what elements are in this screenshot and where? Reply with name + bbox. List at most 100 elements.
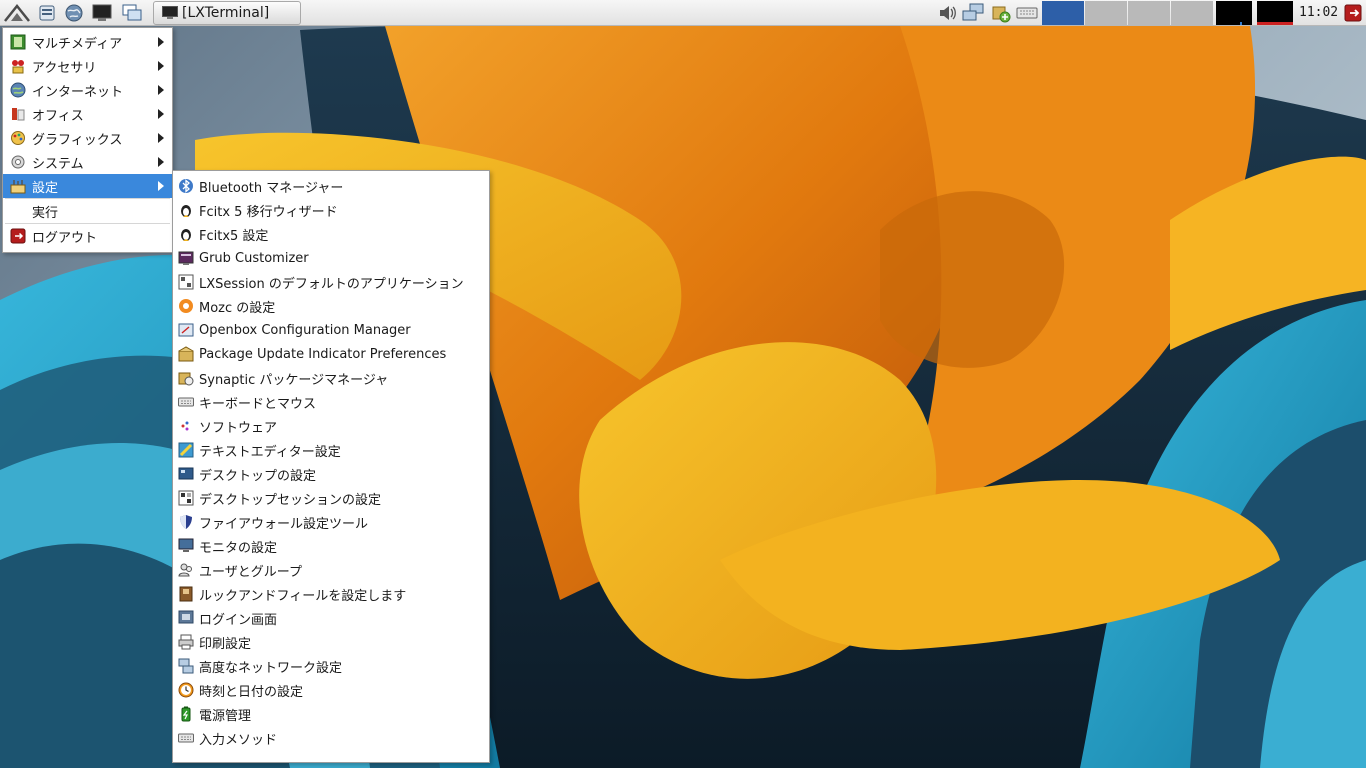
network-icon <box>178 658 194 674</box>
menu-item-label: 時刻と日付の設定 <box>199 684 304 700</box>
menu-item-settings_menu-items-5[interactable]: Mozc の設定 <box>173 294 489 318</box>
menu-item-settings_menu-items-1[interactable]: Fcitx 5 移行ウィザード <box>173 198 489 222</box>
submenu-arrow-icon <box>158 181 164 191</box>
network-button[interactable] <box>961 2 985 24</box>
menu-item-label: キーボードとマウス <box>199 396 317 412</box>
menu-item-settings_menu-items-9[interactable]: キーボードとマウス <box>173 390 489 414</box>
submenu-arrow-icon <box>158 37 164 47</box>
menu-item-run[interactable]: 実行 <box>3 199 172 223</box>
keyboard-icon <box>1016 7 1038 19</box>
menu-item-main_menu-items-0[interactable]: マルチメディア <box>3 30 172 54</box>
menu-item-logout[interactable]: ログアウト <box>3 224 172 248</box>
menu-item-label: 電源管理 <box>199 708 252 724</box>
text-editor-icon <box>178 442 194 458</box>
menu-item-settings_menu-items-20[interactable]: 高度なネットワーク設定 <box>173 654 489 678</box>
menu-item-main_menu-items-3[interactable]: オフィス <box>3 102 172 126</box>
printer-icon <box>178 634 194 650</box>
menu-item-settings_menu-items-21[interactable]: 時刻と日付の設定 <box>173 678 489 702</box>
menu-item-label: 高度なネットワーク設定 <box>199 660 343 676</box>
workspace-4[interactable] <box>1171 1 1213 25</box>
logout-icon <box>1344 4 1362 22</box>
workspace-3[interactable] <box>1128 1 1170 25</box>
update-indicator-button[interactable] <box>989 2 1013 24</box>
menu-item-label: デスクトップセッションの設定 <box>199 492 382 508</box>
update-icon <box>992 6 1011 23</box>
volume-icon <box>940 6 956 20</box>
menu-item-label: 印刷設定 <box>199 636 252 652</box>
submenu-arrow-icon <box>158 133 164 143</box>
menu-item-settings_menu-items-11[interactable]: テキストエディター設定 <box>173 438 489 462</box>
fcitx-penguin-icon <box>178 202 194 218</box>
web-browser-button[interactable] <box>62 2 86 24</box>
menu-item-settings_menu-items-16[interactable]: ユーザとグループ <box>173 558 489 582</box>
menu-item-label: 設定 <box>32 180 59 196</box>
menu-item-label: テキストエディター設定 <box>199 444 341 460</box>
menu-item-settings_menu-items-22[interactable]: 電源管理 <box>173 702 489 726</box>
workspace-1[interactable] <box>1042 1 1084 25</box>
menu-item-settings_menu-items-15[interactable]: モニタの設定 <box>173 534 489 558</box>
menu-item-settings_menu-items-8[interactable]: Synaptic パッケージマネージャ <box>173 366 489 390</box>
clock[interactable]: 11:02 <box>1299 0 1338 26</box>
keyboard-button[interactable] <box>1015 2 1039 24</box>
web-browser-icon <box>65 4 83 22</box>
menu-item-main_menu-items-2[interactable]: インターネット <box>3 78 172 102</box>
menu-item-main_menu-items-5[interactable]: システム <box>3 150 172 174</box>
menu-item-settings_menu-items-19[interactable]: 印刷設定 <box>173 630 489 654</box>
openbox-icon <box>178 322 194 338</box>
menu-item-settings_menu-items-17[interactable]: ルックアンドフィールを設定します <box>173 582 489 606</box>
internet-icon <box>10 82 26 98</box>
menu-item-label: オフィス <box>32 108 84 124</box>
file-manager-button[interactable] <box>36 2 58 24</box>
submenu-arrow-icon <box>158 157 164 167</box>
menu-item-main_menu-items-1[interactable]: アクセサリ <box>3 54 172 78</box>
menu-item-settings_menu-items-0[interactable]: Bluetooth マネージャー <box>173 174 489 198</box>
menu-item-main_menu-items-4[interactable]: グラフィックス <box>3 126 172 150</box>
main-menu: マルチメディア アクセサリ インターネット オフィス グラフィックス システム 設定 実行 … <box>2 27 173 253</box>
desktop-icon <box>178 466 194 482</box>
lxde-menu-button[interactable] <box>2 2 32 24</box>
menu-item-label: ファイアウォール設定ツール <box>199 516 369 532</box>
menu-item-label: Fcitx5 設定 <box>199 228 269 244</box>
menu-item-settings_menu-items-7[interactable]: Package Update Indicator Preferences <box>173 342 489 366</box>
menu-item-settings_menu-items-6[interactable]: Openbox Configuration Manager <box>173 318 489 342</box>
accessories-icon <box>10 58 26 74</box>
window-switch-button[interactable] <box>120 2 144 24</box>
workspace-2[interactable] <box>1085 1 1127 25</box>
settings-submenu: Bluetooth マネージャー Fcitx 5 移行ウィザード Fcitx5 設定… <box>172 170 490 763</box>
terminal-icon <box>162 6 178 19</box>
memory-monitor <box>1257 1 1293 25</box>
menu-item-settings_menu-items-14[interactable]: ファイアウォール設定ツール <box>173 510 489 534</box>
submenu-arrow-icon <box>158 109 164 119</box>
menu-item-settings_menu-items-13[interactable]: デスクトップセッションの設定 <box>173 486 489 510</box>
appearance-icon <box>178 586 194 602</box>
menu-item-settings_menu-items-3[interactable]: Grub Customizer <box>173 246 489 270</box>
menu-item-main_menu-items-6[interactable]: 設定 <box>3 174 172 198</box>
package-icon <box>178 346 194 362</box>
synaptic-icon <box>178 370 194 386</box>
lxde-menu-icon <box>4 3 30 22</box>
menu-item-settings_menu-items-4[interactable]: LXSession のデフォルトのアプリケーション <box>173 270 489 294</box>
menu-item-label: Openbox Configuration Manager <box>199 322 411 338</box>
volume-button[interactable] <box>936 2 960 24</box>
logout-panel-button[interactable] <box>1341 2 1365 24</box>
menu-item-label: グラフィックス <box>32 132 123 148</box>
taskbar-lxterminal[interactable]: [LXTerminal] <box>153 1 301 25</box>
menu-item-settings_menu-items-12[interactable]: デスクトップの設定 <box>173 462 489 486</box>
system-icon <box>10 154 26 170</box>
firewall-shield-icon <box>178 514 194 530</box>
menu-item-label: マルチメディア <box>32 36 123 52</box>
menu-item-settings_menu-items-2[interactable]: Fcitx5 設定 <box>173 222 489 246</box>
menu-item-settings_menu-items-10[interactable]: ソフトウェア <box>173 414 489 438</box>
menu-item-label: Mozc の設定 <box>199 300 276 316</box>
menu-item-label: Synaptic パッケージマネージャ <box>199 372 389 388</box>
menu-item-label: ログアウト <box>32 230 98 246</box>
terminal-button[interactable] <box>90 2 114 24</box>
menu-item-label: LXSession のデフォルトのアプリケーション <box>199 276 464 292</box>
top-panel: [LXTerminal] 11:02 <box>0 0 1366 26</box>
menu-item-label: ログイン画面 <box>199 612 278 628</box>
menu-item-settings_menu-items-18[interactable]: ログイン画面 <box>173 606 489 630</box>
menu-item-settings_menu-items-23[interactable]: 入力メソッド <box>173 726 489 750</box>
lxsession-icon <box>178 274 194 290</box>
taskbar-label: [LXTerminal] <box>182 5 270 21</box>
fcitx-penguin-icon <box>178 226 194 242</box>
